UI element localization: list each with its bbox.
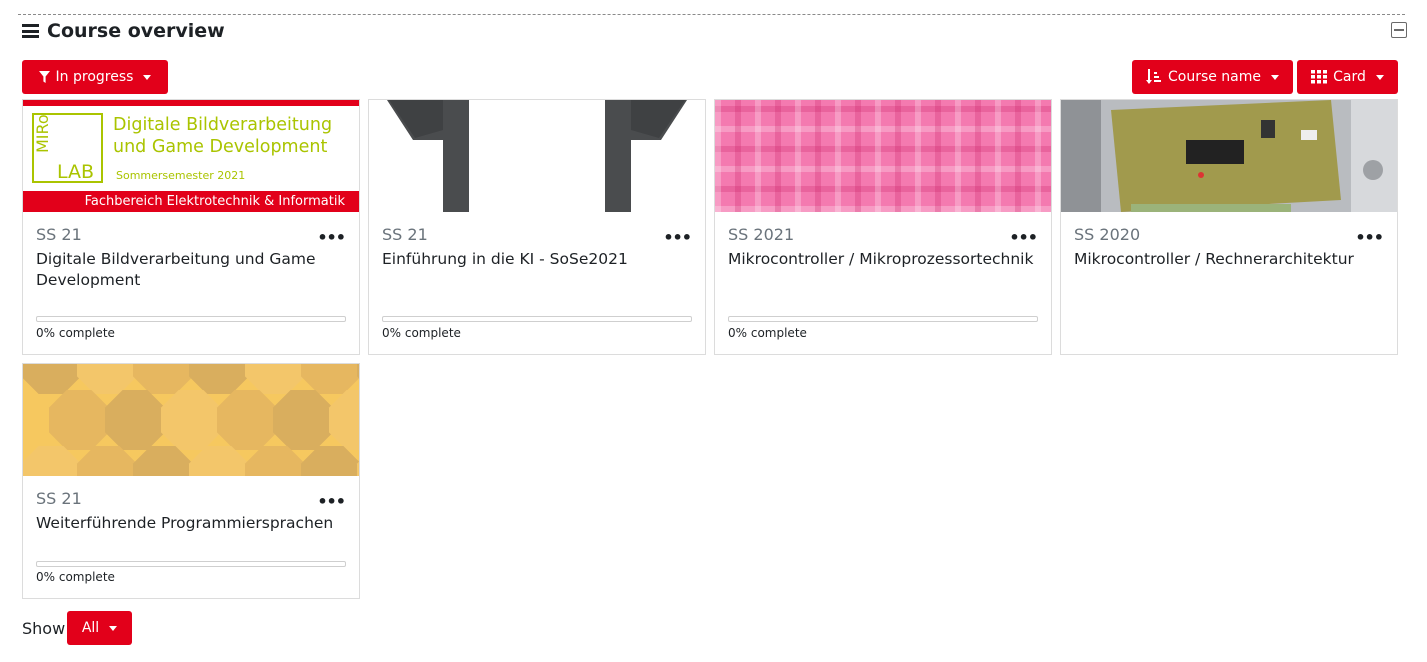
mirolab-logo: MIRo LAB (32, 113, 103, 183)
course-actions-menu-icon[interactable]: ••• (317, 492, 346, 511)
sort-dropdown-button[interactable]: Course name (1132, 60, 1293, 94)
course-name-link[interactable]: Mikrocontroller / Rechnerarchitektur (1074, 249, 1383, 270)
grouping-dropdown-button[interactable]: In progress (22, 60, 168, 94)
caret-down-icon (109, 625, 118, 631)
course-card[interactable]: 68864083 2862/801 44024423 22894003 24653092… (368, 99, 706, 355)
octagon-shape (105, 390, 165, 450)
octagon-shape (23, 446, 81, 476)
course-name-link[interactable]: Einführung in die KI - SoSe2021 (382, 249, 691, 270)
octagon-shape (133, 446, 193, 476)
course-name-link[interactable]: Digitale Bildverarbeitung und Game Devel… (36, 249, 345, 291)
course-category: SS 21 (36, 225, 82, 244)
octagon-shape (217, 390, 277, 450)
progress-text: 0% complete (728, 326, 807, 340)
course-category: SS 2020 (1074, 225, 1141, 244)
block-top-divider (18, 14, 1405, 15)
course-category: SS 2021 (728, 225, 795, 244)
course-card[interactable]: SS 2021 ••• Mikrocontroller / Mikroproze… (714, 99, 1052, 355)
octagon-shape (301, 364, 359, 394)
octagon-shape (273, 390, 333, 450)
progress-bar (36, 316, 346, 322)
progress-bar (36, 561, 346, 567)
course-actions-menu-icon[interactable]: ••• (1355, 228, 1384, 247)
tshirt-image: 688640832862/801440244232289400324653092… (387, 100, 687, 212)
sort-alpha-icon (1145, 69, 1161, 84)
view-dropdown-button[interactable]: Card (1297, 60, 1398, 94)
block-title: Course overview (47, 20, 225, 42)
circuit-board-photo (1061, 100, 1397, 212)
image-semester-text: Sommersemester 2021 (116, 169, 246, 182)
progress-text: 0% complete (36, 570, 115, 584)
octagon-shape (49, 390, 109, 450)
shirt-digit-row: 65537373 (488, 198, 548, 212)
course-card[interactable]: SS 2020 ••• Mikrocontroller / Rechnerarc… (1060, 99, 1398, 355)
progress-bar (382, 316, 692, 322)
shirt-digit-row: 44024423 (488, 134, 548, 149)
course-image[interactable]: 68864083 2862/801 44024423 22894003 24653092… (369, 100, 705, 212)
image-text-line1: Digitale Bildverarbeitung (113, 115, 333, 135)
block-header: Course overview (22, 20, 225, 42)
octagon-shape (245, 364, 305, 394)
octagon-shape (189, 446, 249, 476)
octagon-shape (133, 364, 193, 394)
grid-icon (1311, 70, 1328, 84)
progress-bar (728, 316, 1038, 322)
show-value: All (81, 620, 100, 636)
course-card[interactable]: SS 21 ••• Weiterführende Programmierspra… (22, 363, 360, 599)
grouping-label: In progress (55, 69, 134, 85)
octagon-shape (23, 364, 81, 394)
course-card[interactable]: MIRo LAB Digitale Bildverarbeitung und G… (22, 99, 360, 355)
collapse-block-icon[interactable] (1391, 22, 1407, 38)
caret-down-icon (1375, 74, 1384, 80)
sort-label: Course name (1167, 69, 1262, 85)
course-actions-menu-icon[interactable]: ••• (663, 228, 692, 247)
course-image[interactable]: MIRo LAB Digitale Bildverarbeitung und G… (23, 100, 359, 212)
shirt-digit-row: 2862/801 (488, 118, 548, 133)
octagon-shape (245, 446, 305, 476)
shirt-digit-row: 68864083 (488, 102, 548, 117)
course-name-link[interactable]: Mikrocontroller / Mikroprozessortechnik (728, 249, 1037, 270)
hamburger-icon (22, 24, 39, 38)
octagon-shape (77, 364, 137, 394)
course-image[interactable] (715, 100, 1051, 212)
show-label: Show (22, 619, 66, 638)
course-actions-menu-icon[interactable]: ••• (317, 228, 346, 247)
shirt-digit-row: 24653092 (488, 166, 548, 181)
view-label: Card (1333, 69, 1366, 85)
shirt-digit-row: 22894003 (488, 150, 548, 165)
octagon-shape (77, 446, 137, 476)
progress-text: 0% complete (36, 326, 115, 340)
caret-down-icon (143, 74, 152, 80)
course-category: SS 21 (382, 225, 428, 244)
shirt-digit-row: 03796128 (488, 182, 548, 197)
octagon-pattern (23, 364, 359, 476)
pagination-limit-dropdown[interactable]: All (67, 611, 132, 645)
course-actions-menu-icon[interactable]: ••• (1009, 228, 1038, 247)
octagon-shape (301, 446, 359, 476)
caret-down-icon (1271, 74, 1280, 80)
course-image[interactable] (23, 364, 359, 476)
octagon-shape (161, 390, 221, 450)
octagon-shape (189, 364, 249, 394)
course-category: SS 21 (36, 489, 82, 508)
course-image[interactable] (1061, 100, 1397, 212)
octagon-shape (329, 390, 359, 450)
filter-icon (38, 71, 50, 83)
course-name-link[interactable]: Weiterführende Programmiersprachen (36, 513, 345, 534)
progress-text: 0% complete (382, 326, 461, 340)
image-faculty-bar: Fachbereich Elektrotechnik & Informatik (23, 191, 359, 212)
image-text-line2: und Game Development (113, 137, 328, 157)
